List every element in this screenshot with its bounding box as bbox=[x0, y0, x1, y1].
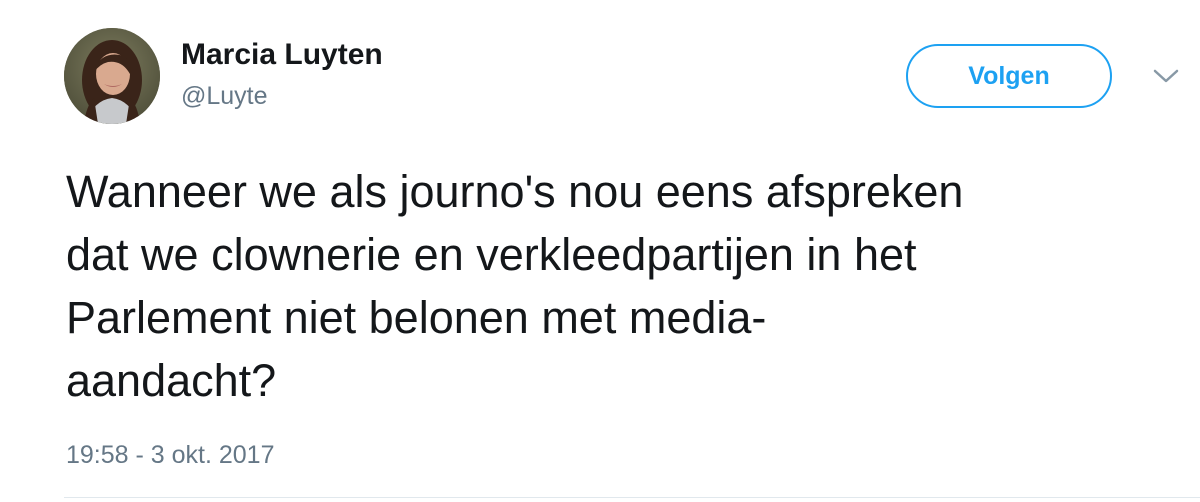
follow-button[interactable]: Volgen bbox=[906, 44, 1112, 108]
tweet-card: Marcia Luyten @Luyte Volgen Wanneer we a… bbox=[0, 0, 1200, 502]
divider bbox=[64, 497, 1200, 498]
display-name[interactable]: Marcia Luyten bbox=[181, 38, 383, 72]
avatar-photo bbox=[64, 28, 160, 124]
user-handle[interactable]: @Luyte bbox=[181, 82, 268, 111]
tweet-timestamp[interactable]: 19:58 - 3 okt. 2017 bbox=[66, 441, 274, 470]
tweet-text: Wanneer we als journo's nou eens afsprek… bbox=[66, 166, 964, 406]
chevron-down-icon[interactable] bbox=[1152, 66, 1180, 86]
avatar[interactable] bbox=[64, 28, 160, 124]
